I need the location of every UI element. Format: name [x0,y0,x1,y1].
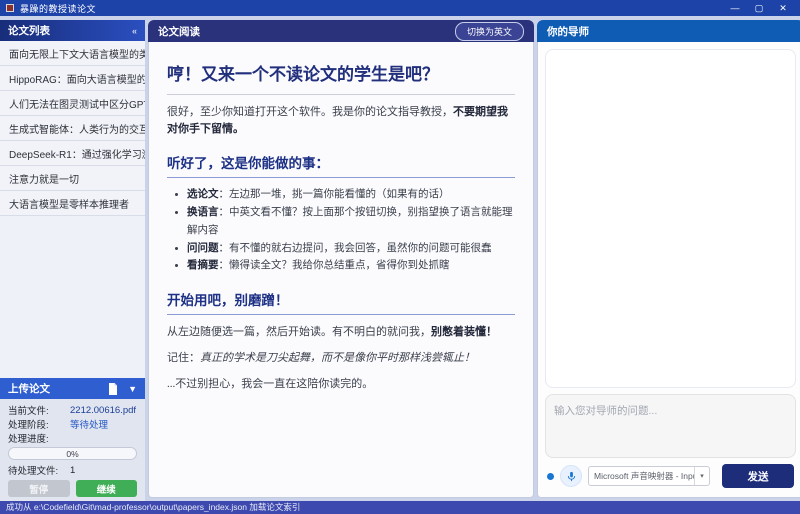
feature-list: 选论文：左边那一堆，挑一篇你能看懂的（如果有的话） 换语言：中英文看不懂？按上面… [187,186,515,275]
content-heading-2: 听好了，这是你能做的事： [167,152,515,178]
content-heading-1: 哼！又来一个不读论文的学生是吧？ [167,60,515,95]
microphone-button[interactable] [560,465,582,487]
paper-list-item[interactable]: 注意力就是一切 [0,166,145,191]
reader-panel: 论文阅读 切换为英文 哼！又来一个不读论文的学生是吧？ 很好，至少你知道打开这个… [148,20,534,498]
close-button[interactable]: ✕ [772,1,794,15]
upload-panel: 上传论文 ▼ 当前文件: 2212.00616.pdf 处理阶段: 等待处理 处… [0,378,145,498]
resume-button[interactable]: 继续 [76,480,138,497]
minimize-button[interactable]: — [724,1,746,15]
workspace: 论文列表 « 面向无限上下文大语言模型的类人… HippoRAG：面向大语言模型… [0,16,800,501]
reader-header: 论文阅读 切换为英文 [148,20,534,42]
paper-list-title: 论文列表 [8,23,50,38]
paper-list-item[interactable]: 大语言模型是零样本推理者 [0,191,145,216]
mentor-title: 你的导师 [547,24,589,39]
content-paragraph: 从左边随便选一篇，然后开始读。有不明白的就问我，别憋着装懂！ [167,324,515,341]
microphone-icon [566,471,577,482]
upload-header: 上传论文 ▼ [0,378,145,399]
pending-files-label: 待处理文件: [8,463,70,477]
pause-button[interactable]: 暂停 [8,480,70,497]
mentor-body: Microsoft 声音映射器 - Inpu ▾ 发送 [537,42,800,498]
paper-list-item[interactable]: 人们无法在图灵测试中区分GPT-4与… [0,91,145,116]
paper-list-item[interactable]: DeepSeek-R1：通过强化学习激励… [0,141,145,166]
audio-device-select[interactable]: Microsoft 声音映射器 - Inpu ▾ [588,466,710,486]
paper-list: 面向无限上下文大语言模型的类人… HippoRAG：面向大语言模型的神经… 人们… [0,41,145,378]
progress-label: 处理进度: [8,431,70,445]
voice-status-dot [547,473,554,480]
chevron-down-icon: ▾ [694,467,709,485]
stage-value: 等待处理 [70,417,108,431]
question-input[interactable] [545,394,796,458]
progress-bar: 0% [8,447,137,460]
pending-files-value: 1 [70,465,75,476]
content-paragraph: ...不过别担心，我会一直在这陪你读完的。 [167,376,515,393]
titlebar: 暴躁的教授读论文 — ▢ ✕ [0,0,800,16]
app-icon [6,4,14,12]
feature-item: 换语言：中英文看不懂？按上面那个按钮切换，别指望换了语言就能理解内容 [187,204,515,240]
status-bar: 成功从 e:\Codefield\Git\mad-professor\outpu… [0,501,800,514]
audio-device-label: Microsoft 声音映射器 - Inpu [589,470,694,482]
paper-list-item[interactable]: 面向无限上下文大语言模型的类人… [0,41,145,66]
content-paragraph: 记住：真正的学术是刀尖起舞，而不是像你平时那样浅尝辄止！ [167,350,515,367]
chat-history-area [545,49,796,388]
reader-content: 哼！又来一个不读论文的学生是吧？ 很好，至少你知道打开这个软件。我是你的论文指导… [148,42,534,498]
document-icon[interactable] [108,383,118,395]
paper-list-item[interactable]: HippoRAG：面向大语言模型的神经… [0,66,145,91]
feature-item: 看摘要：懒得读全文？我给你总结重点，省得你到处抓瞎 [187,257,515,275]
mentor-panel: 你的导师 Microsoft 声音映射器 - Inpu ▾ [537,20,800,498]
mentor-header: 你的导师 [537,20,800,42]
window-title: 暴躁的教授读论文 [20,2,724,15]
sidebar: 论文列表 « 面向无限上下文大语言模型的类人… HippoRAG：面向大语言模型… [0,20,145,498]
maximize-button[interactable]: ▢ [748,1,770,15]
content-heading-3: 开始用吧，别磨蹭！ [167,289,515,315]
stage-label: 处理阶段: [8,417,70,431]
upload-title: 上传论文 [8,381,50,396]
feature-item: 问问题：有不懂的就右边提问，我会回答，虽然你的问题可能很蠢 [187,240,515,258]
toggle-language-button[interactable]: 切换为英文 [455,22,524,41]
chevron-down-icon[interactable]: ▼ [128,384,137,394]
feature-item: 选论文：左边那一堆，挑一篇你能看懂的（如果有的话） [187,186,515,204]
sidebar-collapse-button[interactable]: « [132,26,137,36]
current-file-value: 2212.00616.pdf [70,405,136,416]
window-controls: — ▢ ✕ [724,1,794,15]
paper-list-header: 论文列表 « [0,20,145,41]
send-button[interactable]: 发送 [722,464,794,488]
current-file-label: 当前文件: [8,403,70,417]
paper-list-item[interactable]: 生成式智能体：人类行为的交互式… [0,116,145,141]
mentor-controls: Microsoft 声音映射器 - Inpu ▾ 发送 [545,464,796,490]
content-paragraph: 很好，至少你知道打开这个软件。我是你的论文指导教授，不要期望我对你手下留情。 [167,104,515,138]
upload-body: 当前文件: 2212.00616.pdf 处理阶段: 等待处理 处理进度: 0%… [0,399,145,502]
reader-title: 论文阅读 [158,24,200,39]
